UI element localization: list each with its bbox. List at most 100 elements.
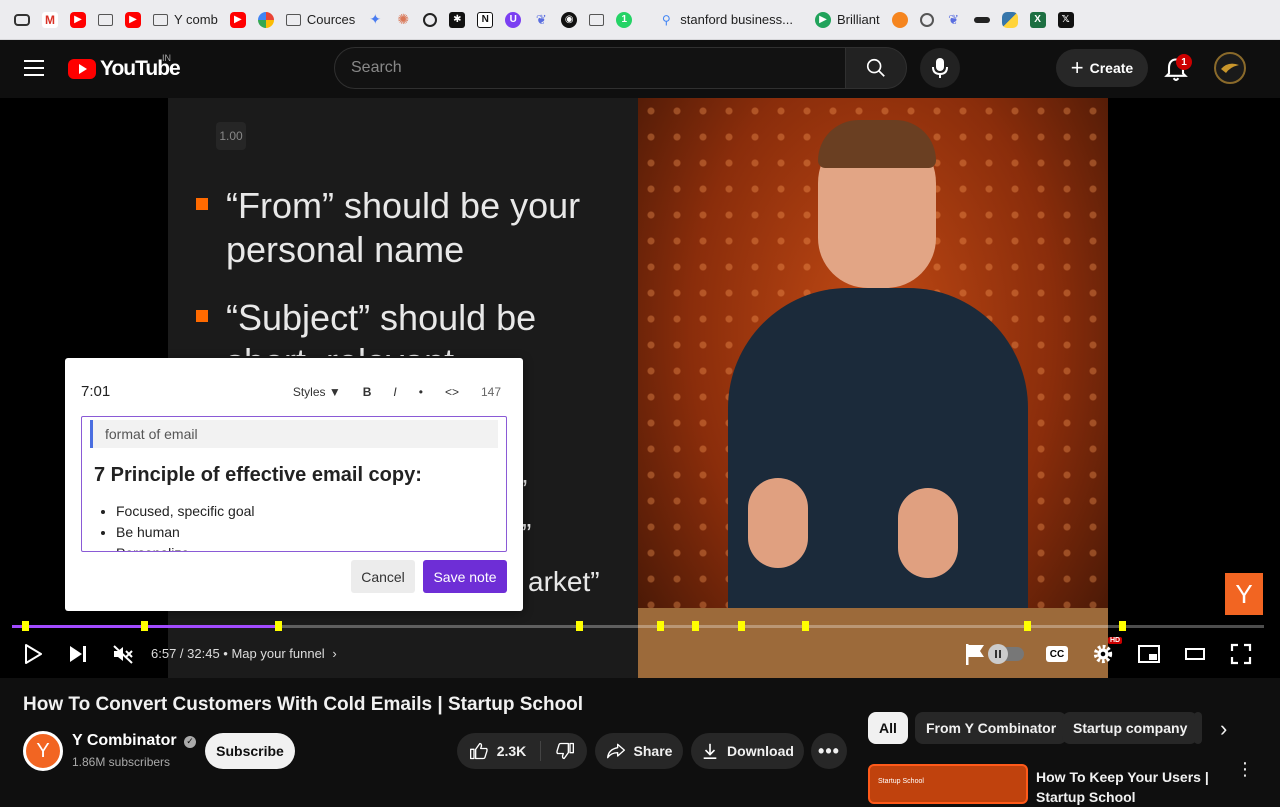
folder-cources[interactable]: Cources xyxy=(280,6,361,34)
recommendation-title[interactable]: How To Keep Your Users | Startup School xyxy=(1036,767,1216,807)
tabs-icon[interactable] xyxy=(8,6,36,34)
chip-all[interactable]: All xyxy=(868,712,908,744)
recommendation-thumbnail[interactable]: Startup School xyxy=(868,764,1028,804)
youtube-logo[interactable]: YouTube IN xyxy=(68,53,181,81)
save-note-button[interactable]: Save note xyxy=(423,560,507,593)
chevron-right-icon[interactable]: › xyxy=(1220,716,1227,742)
brilliant-bookmark[interactable]: ▶ Brilliant xyxy=(809,6,886,34)
muted-volume-icon xyxy=(113,645,133,664)
search-button[interactable] xyxy=(845,47,907,89)
progress-bar[interactable] xyxy=(12,621,1264,631)
photos-bookmark[interactable] xyxy=(252,6,280,34)
note-marker[interactable] xyxy=(141,621,148,631)
python-bookmark[interactable] xyxy=(996,6,1024,34)
more-vertical-icon[interactable]: ⋮ xyxy=(1236,760,1254,778)
fullscreen-button[interactable] xyxy=(1228,641,1254,667)
notion-bookmark[interactable]: N xyxy=(471,6,499,34)
app-bookmark[interactable] xyxy=(968,6,996,34)
styles-dropdown[interactable]: Styles ▼ xyxy=(293,385,341,399)
play-button[interactable] xyxy=(22,641,44,667)
whatsapp-bookmark[interactable]: 1 xyxy=(610,6,638,34)
settings-button[interactable]: HD xyxy=(1090,637,1123,667)
cancel-button[interactable]: Cancel xyxy=(351,560,415,593)
mute-button[interactable] xyxy=(110,641,136,667)
bird-bookmark[interactable]: ❦ xyxy=(940,6,968,34)
italic-button[interactable]: I xyxy=(393,385,396,399)
chip-overflow xyxy=(1194,712,1202,744)
x-bookmark[interactable]: 𝕏 xyxy=(1052,6,1080,34)
note-marker[interactable] xyxy=(22,621,29,631)
photos-icon xyxy=(257,11,274,28)
character-count: 147 xyxy=(480,385,501,399)
search-icon xyxy=(866,58,885,77)
toggle-track xyxy=(988,644,1024,664)
download-label: Download xyxy=(727,743,794,759)
create-button[interactable]: + Create xyxy=(1056,49,1148,87)
stanford-bookmark[interactable]: ⚲ stanford business... xyxy=(652,6,799,34)
note-marker[interactable] xyxy=(738,621,745,631)
note-timestamp[interactable]: 7:01 xyxy=(81,383,110,400)
menu-icon[interactable] xyxy=(24,60,44,76)
note-marker[interactable] xyxy=(657,621,664,631)
bookmark-label: Cources xyxy=(306,12,356,27)
bird-bookmark[interactable]: ❦ xyxy=(527,6,555,34)
gemini-bookmark[interactable]: ✦ xyxy=(361,6,389,34)
download-icon xyxy=(703,743,717,760)
app-bookmark[interactable] xyxy=(886,6,914,34)
perplexity-bookmark[interactable]: ✱ xyxy=(443,6,471,34)
youtube-bookmark[interactable]: ▶ xyxy=(64,6,92,34)
chatgpt-bookmark[interactable] xyxy=(417,6,443,34)
gmail-bookmark[interactable]: M xyxy=(36,6,64,34)
note-marker[interactable] xyxy=(275,621,282,631)
perplexity-icon: ✱ xyxy=(449,11,466,28)
note-marker[interactable] xyxy=(802,621,809,631)
note-marker[interactable] xyxy=(1024,621,1031,631)
x-icon: 𝕏 xyxy=(1057,11,1074,28)
dislike-button[interactable] xyxy=(541,741,575,761)
folder-bookmark[interactable] xyxy=(583,6,610,34)
gear-icon xyxy=(1093,644,1113,664)
youtube-bookmark[interactable]: ▶ xyxy=(119,6,147,34)
subscribe-button[interactable]: Subscribe xyxy=(205,733,295,769)
download-button[interactable]: Download xyxy=(691,733,804,769)
autoplay-toggle[interactable] xyxy=(988,641,1024,667)
brilliant-icon: ▶ xyxy=(815,11,831,28)
bullet-list-button[interactable]: • xyxy=(419,385,423,399)
share-button[interactable]: Share xyxy=(595,733,683,769)
excel-bookmark[interactable]: X xyxy=(1024,6,1052,34)
bold-button[interactable]: B xyxy=(363,385,372,399)
github-bookmark[interactable]: ◉ xyxy=(555,6,583,34)
region-code: IN xyxy=(162,53,171,63)
like-button[interactable]: 2.3K xyxy=(469,741,542,761)
youtube-bookmark[interactable]: ▶ xyxy=(224,6,252,34)
chip-from-y-combinator[interactable]: From Y Combinator xyxy=(915,712,1068,744)
note-text-area[interactable]: format of email 7 Principle of effective… xyxy=(81,416,507,552)
flag-button[interactable] xyxy=(962,641,988,667)
folder-bookmark[interactable] xyxy=(92,6,119,34)
video-title: How To Convert Customers With Cold Email… xyxy=(23,694,584,715)
chip-startup-company[interactable]: Startup company xyxy=(1062,712,1199,744)
channel-name[interactable]: Y Combinator ✓ xyxy=(72,732,197,750)
chapter-title[interactable]: Map your funnel xyxy=(231,646,324,661)
slide-bullet: “From” should be your personal name xyxy=(196,184,606,272)
voice-search-button[interactable] xyxy=(920,48,960,88)
account-avatar[interactable] xyxy=(1214,52,1246,84)
app-bookmark[interactable] xyxy=(914,6,940,34)
claude-bookmark[interactable]: ✺ xyxy=(389,6,417,34)
note-marker[interactable] xyxy=(576,621,583,631)
code-button[interactable]: <> xyxy=(445,385,459,399)
app-bookmark[interactable]: U xyxy=(499,6,527,34)
app-icon xyxy=(919,12,934,27)
thumbs-down-icon xyxy=(556,742,575,760)
note-marker[interactable] xyxy=(1119,621,1126,631)
channel-watermark[interactable]: Y xyxy=(1225,573,1263,615)
theater-mode-button[interactable] xyxy=(1182,641,1208,667)
captions-button[interactable]: CC xyxy=(1044,641,1070,667)
more-actions-button[interactable]: ••• xyxy=(811,733,847,769)
folder-y-comb[interactable]: Y comb xyxy=(147,6,224,34)
next-button[interactable] xyxy=(66,641,90,667)
note-marker[interactable] xyxy=(692,621,699,631)
channel-avatar[interactable]: Y xyxy=(23,731,63,771)
search-input[interactable]: Search xyxy=(334,47,846,89)
miniplayer-button[interactable] xyxy=(1136,641,1162,667)
